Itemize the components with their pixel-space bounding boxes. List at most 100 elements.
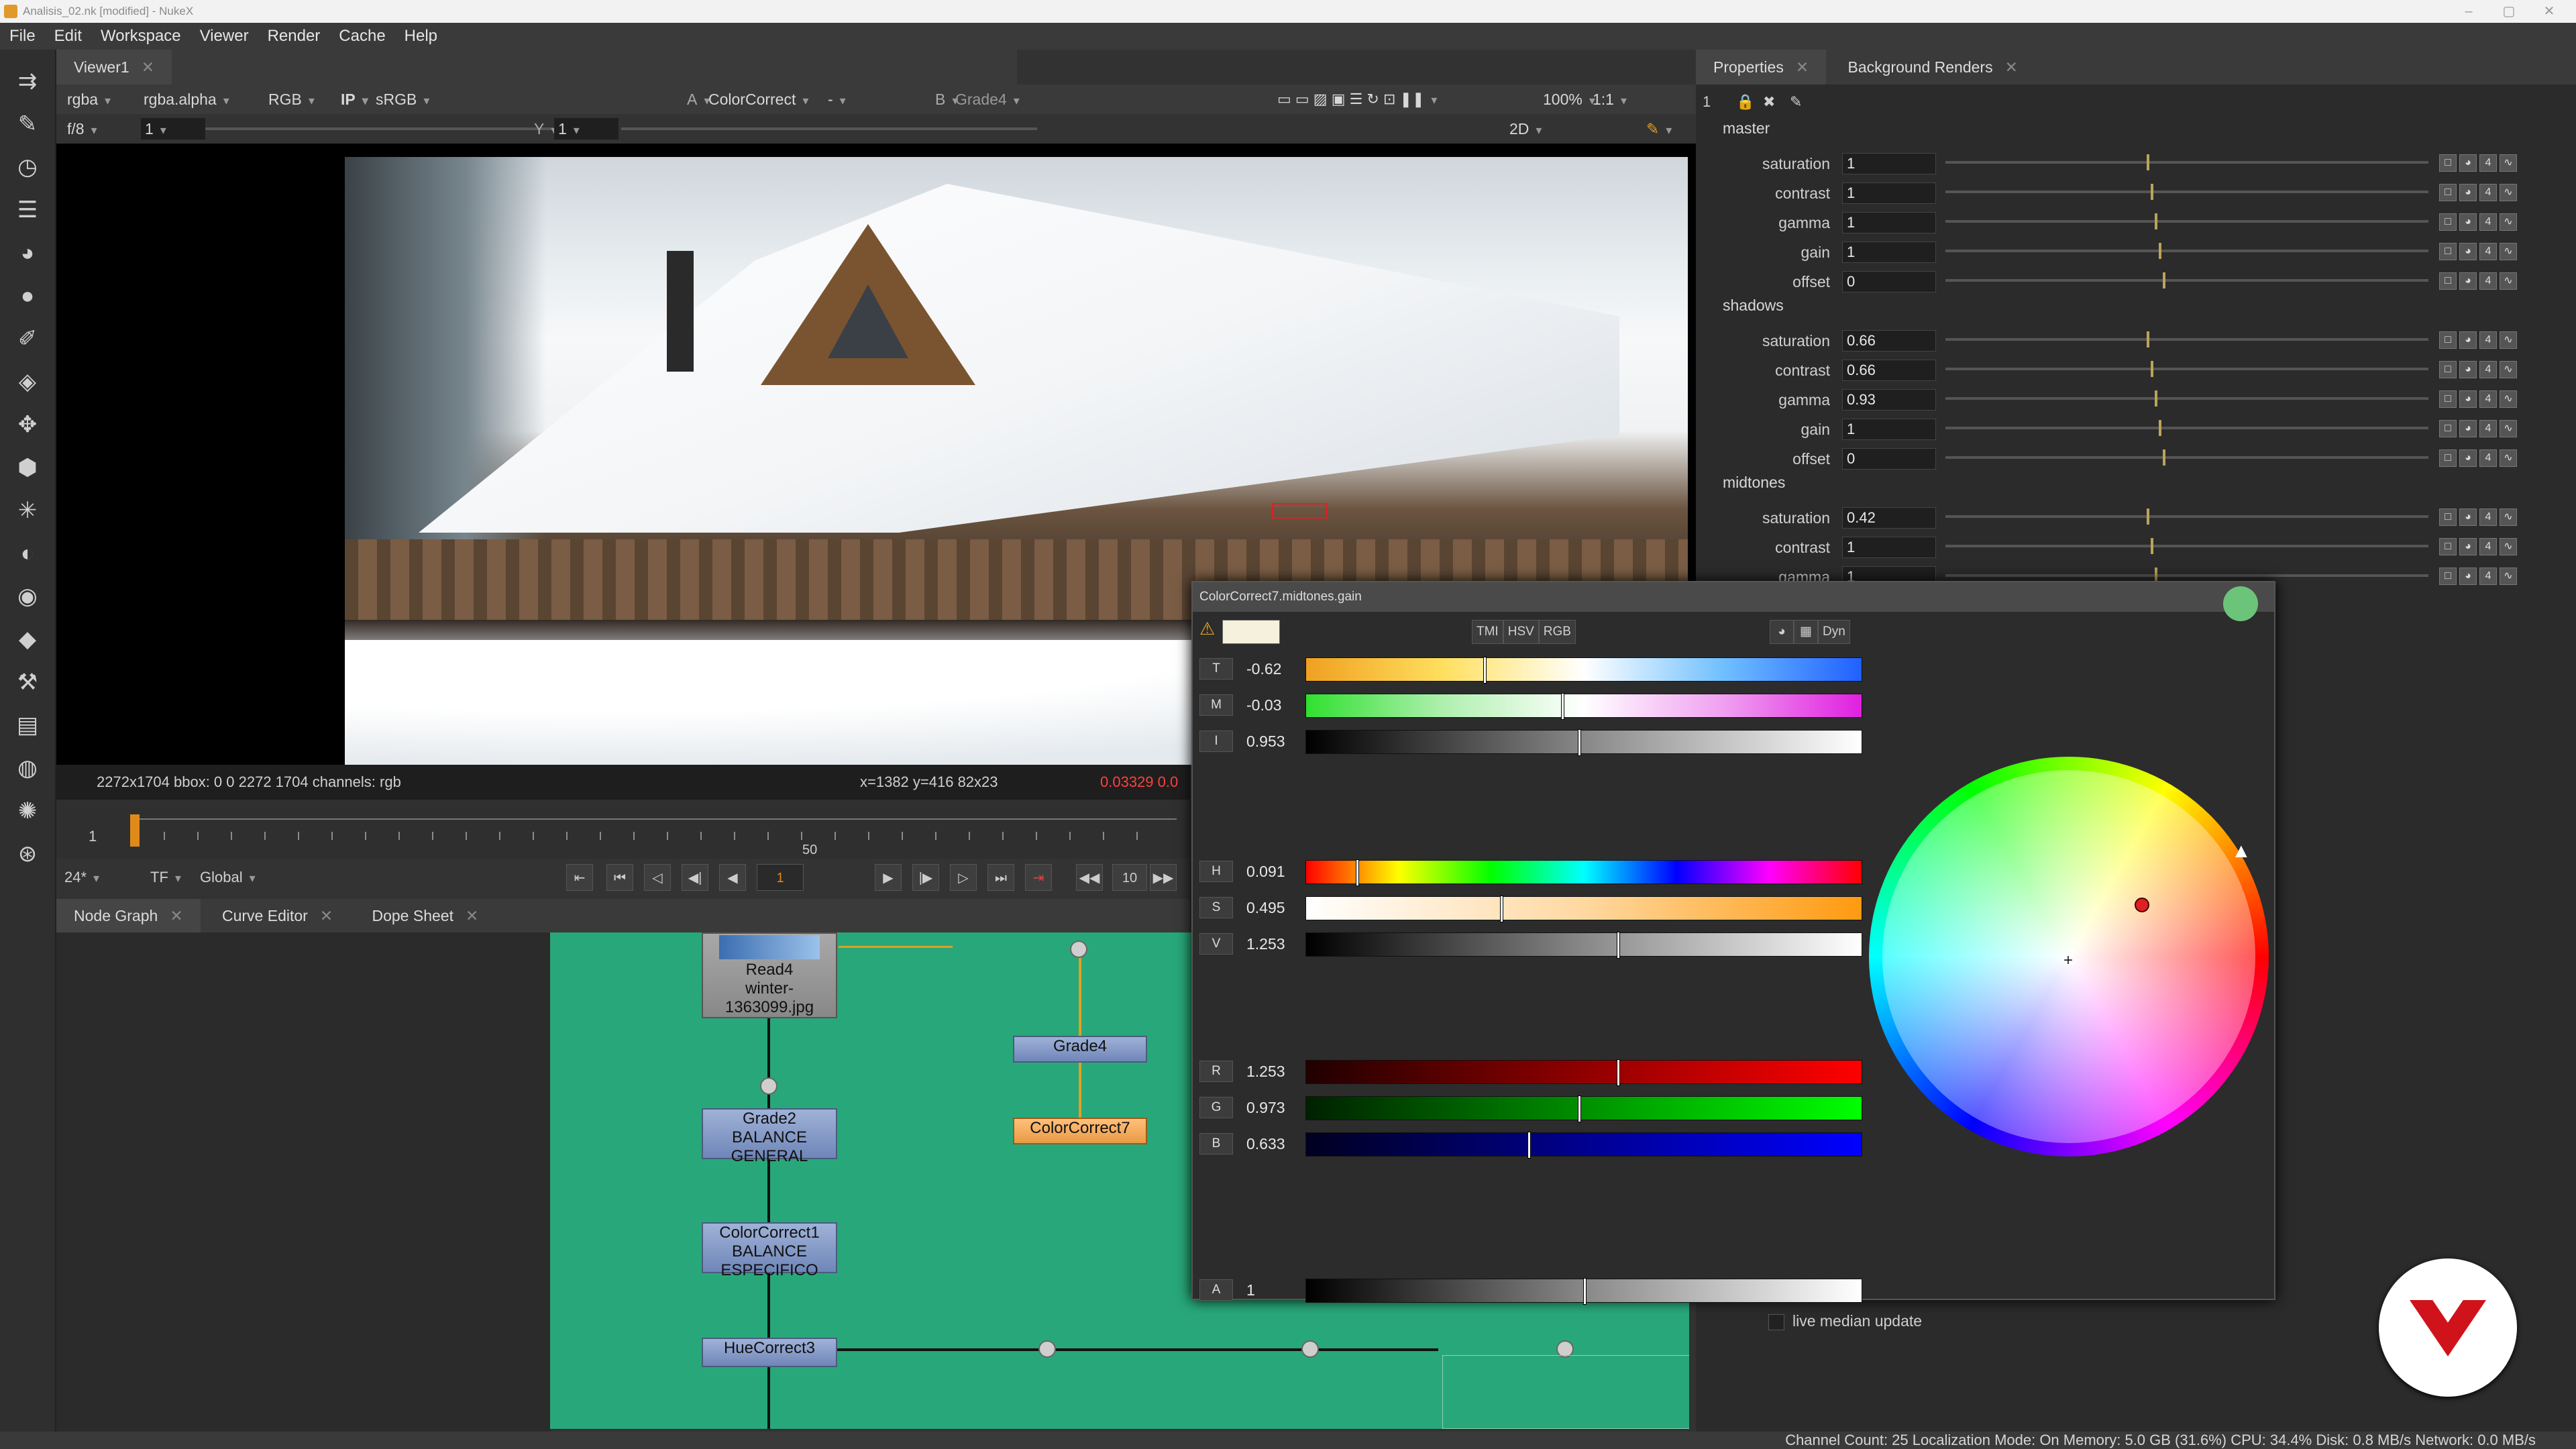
current-frame-field[interactable]: 1 [757, 864, 804, 891]
particles-tools-icon[interactable]: ✳ [12, 495, 43, 526]
slider-cursor[interactable] [1500, 896, 1503, 922]
color-wheel-icon[interactable]: ◕ [2459, 508, 2477, 526]
slider-marker[interactable] [2155, 390, 2157, 407]
edit-icon[interactable]: ✎ [1790, 89, 1802, 115]
knob-value-field[interactable]: 0.66 [1842, 360, 1936, 381]
exposure-slider[interactable] [205, 127, 568, 130]
color-wheel-icon[interactable]: ◕ [2459, 154, 2477, 172]
dot-node[interactable] [1070, 941, 1087, 958]
color-wheel-icon[interactable]: ◕ [1770, 620, 1794, 644]
section-header[interactable]: master [1723, 119, 1770, 138]
view-mode-dropdown[interactable]: 2D [1509, 114, 1542, 144]
channels-4-icon[interactable]: 4 [2479, 272, 2497, 290]
prev-keyframe-icon[interactable]: ◁ [644, 864, 671, 891]
color-swatch-icon[interactable]: □ [2439, 508, 2457, 526]
image-tools-icon[interactable]: ⇉ [12, 66, 43, 97]
knob-slider[interactable] [1945, 420, 2428, 436]
channels-4-icon[interactable]: 4 [2479, 331, 2497, 349]
frame-field[interactable]: 1 [141, 118, 205, 140]
menu-workspace[interactable]: Workspace [91, 23, 191, 50]
slider-cursor[interactable] [1578, 729, 1581, 756]
b-input-dropdown[interactable]: Grade4 [955, 85, 1020, 114]
channels-4-icon[interactable]: 4 [2479, 184, 2497, 201]
wheel-picker-dot[interactable] [2135, 898, 2149, 912]
slider-marker[interactable] [2163, 272, 2165, 288]
ratio-dropdown[interactable]: 1:1 [1593, 85, 1627, 114]
knob-slider[interactable] [1945, 184, 2428, 200]
color-swatch-icon[interactable]: □ [2439, 390, 2457, 408]
slider-marker[interactable] [2147, 331, 2149, 347]
channel-value[interactable]: 0.495 [1246, 891, 1285, 924]
close-tab-icon[interactable]: ✕ [170, 907, 182, 924]
close-tab-icon[interactable]: ✕ [466, 907, 478, 924]
animation-curve-icon[interactable]: ∿ [2500, 420, 2517, 437]
color-wheel[interactable]: + ▲ [1869, 757, 2269, 1157]
animation-curve-icon[interactable]: ∿ [2500, 538, 2517, 555]
animation-curve-icon[interactable]: ∿ [2500, 184, 2517, 201]
tab-curve-editor[interactable]: Curve Editor ✕ [205, 899, 350, 934]
knob-value-field[interactable]: 1 [1842, 419, 1936, 440]
metadata-tools-icon[interactable]: ◆ [12, 624, 43, 655]
channel-toggle[interactable]: G [1199, 1097, 1233, 1118]
node-grade4[interactable]: Grade4 [1013, 1036, 1147, 1063]
section-header[interactable]: shadows [1723, 297, 1784, 315]
slider-marker[interactable] [2147, 154, 2149, 170]
channels-4-icon[interactable]: 4 [2479, 538, 2497, 555]
slider-cursor[interactable] [1483, 657, 1487, 684]
knob-value-field[interactable]: 0 [1842, 448, 1936, 470]
slider-cursor[interactable] [1578, 1095, 1581, 1122]
tab-background-renders[interactable]: Background Renders ✕ [1831, 50, 2035, 85]
dyn-button[interactable]: Dyn [1818, 620, 1850, 644]
filter-tools-icon[interactable]: ● [12, 280, 43, 311]
swatches-icon[interactable]: ▦ [1794, 620, 1818, 644]
node-read4[interactable]: Read4 winter-1363099.jpg [702, 932, 837, 1018]
merge-tools-icon[interactable]: ◈ [12, 366, 43, 397]
viewer-icons[interactable]: ▭ ▭ ▨ ▣ ☰ ↻ ⊡ ❚❚ [1277, 85, 1437, 114]
slider-cursor[interactable] [1583, 1278, 1587, 1305]
channel-slider[interactable] [1305, 693, 1862, 720]
clear-icon[interactable]: ✖ [1763, 89, 1775, 115]
playhead[interactable] [130, 814, 140, 847]
color-swatch-icon[interactable]: □ [2439, 184, 2457, 201]
skip-back-icon[interactable]: ◀◀ [1076, 864, 1103, 891]
channel-toggle[interactable]: T [1199, 658, 1233, 680]
section-header[interactable]: midtones [1723, 474, 1785, 492]
channels-4-icon[interactable]: 4 [2479, 390, 2497, 408]
knob-slider[interactable] [1945, 243, 2428, 259]
color-wheel-icon[interactable]: ◕ [2459, 243, 2477, 260]
channels-4-icon[interactable]: 4 [2479, 154, 2497, 172]
time-tools-icon[interactable]: ◷ [12, 152, 43, 182]
knob-value-field[interactable]: 0 [1842, 271, 1936, 292]
transform-tools-icon[interactable]: ✥ [12, 409, 43, 440]
color-wheel-icon[interactable]: ◕ [2459, 331, 2477, 349]
close-tab-icon[interactable]: ✕ [142, 58, 154, 76]
menu-viewer[interactable]: Viewer [191, 23, 258, 50]
timeline[interactable]: 1 50 [56, 800, 1190, 867]
color-picker-title-bar[interactable]: ColorCorrect7.midtones.gain [1193, 582, 2274, 612]
animation-curve-icon[interactable]: ∿ [2500, 154, 2517, 172]
node-colorcorrect1[interactable]: ColorCorrect1 BALANCE ESPECIFICO [702, 1222, 837, 1279]
close-tab-icon[interactable]: ✕ [2005, 58, 2018, 76]
channel-slider[interactable] [1305, 1278, 1862, 1305]
color-swatch[interactable] [1222, 620, 1280, 644]
color-swatch-icon[interactable]: □ [2439, 154, 2457, 172]
channels-4-icon[interactable]: 4 [2479, 508, 2497, 526]
channel-slider[interactable] [1305, 729, 1862, 756]
tab-properties[interactable]: Properties ✕ [1696, 50, 1827, 85]
channel-value[interactable]: 0.633 [1246, 1127, 1285, 1161]
lut-dropdown[interactable]: sRGB [376, 85, 429, 114]
mode-tmi[interactable]: TMI [1472, 620, 1503, 644]
channels-dropdown[interactable]: rgba [67, 85, 111, 114]
tf-dropdown[interactable]: TF [150, 863, 181, 892]
knob-slider[interactable] [1945, 508, 2428, 525]
toolsets-icon[interactable]: ⚒ [12, 667, 43, 698]
color-swatch-icon[interactable]: □ [2439, 420, 2457, 437]
channels-4-icon[interactable]: 4 [2479, 449, 2497, 467]
channel-slider[interactable] [1305, 1095, 1862, 1122]
color-swatch-icon[interactable]: □ [2439, 331, 2457, 349]
ip-button[interactable]: IP [341, 85, 368, 114]
slider-marker[interactable] [2163, 449, 2165, 466]
color-wheel-icon[interactable]: ◕ [2459, 538, 2477, 555]
animation-curve-icon[interactable]: ∿ [2500, 508, 2517, 526]
menu-help[interactable]: Help [395, 23, 447, 50]
